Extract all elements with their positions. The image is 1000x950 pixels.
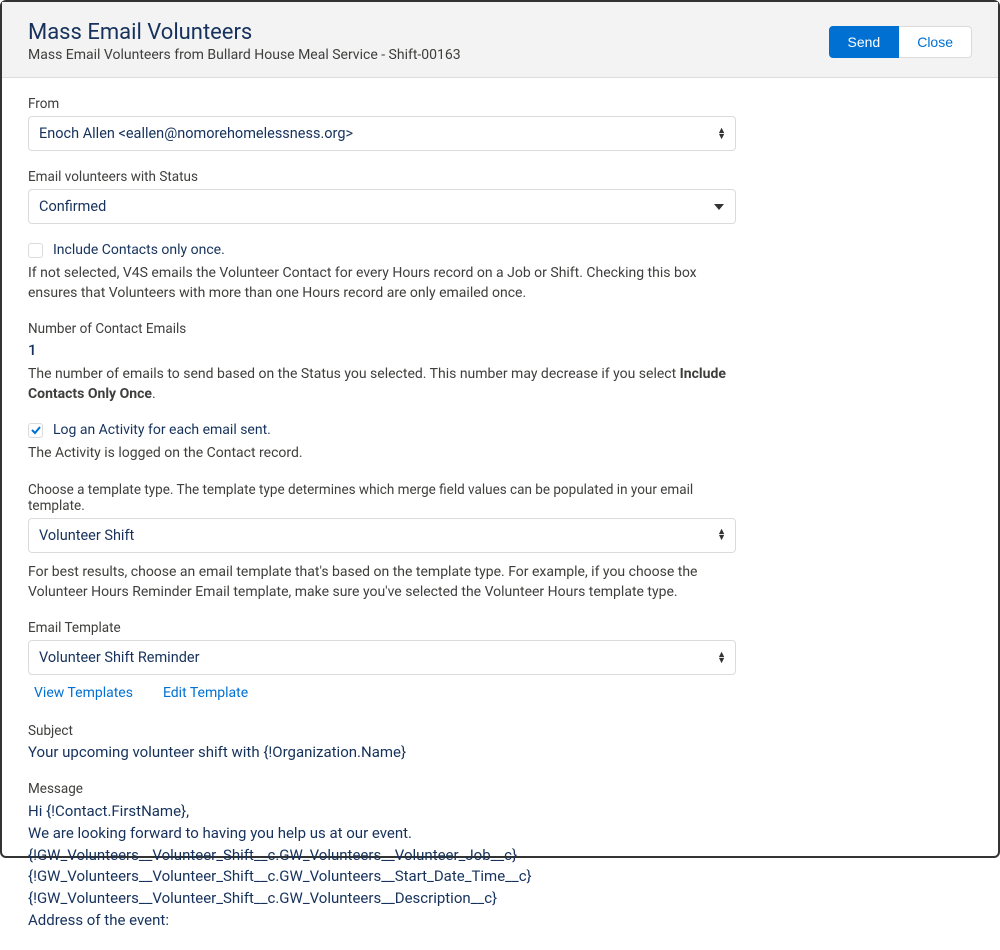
message-line: {!GW_Volunteers__Volunteer_Shift__c.GW_V… <box>28 888 736 910</box>
include-once-checkbox[interactable] <box>28 243 43 258</box>
message-line: {!GW_Volunteers__Volunteer_Shift__c.GW_V… <box>28 845 736 867</box>
template-type-label: Choose a template type. The template typ… <box>28 482 736 514</box>
contact-count-label: Number of Contact Emails <box>28 321 736 337</box>
send-button[interactable]: Send <box>829 26 900 58</box>
dialog-title: Mass Email Volunteers <box>28 20 829 45</box>
subject-label: Subject <box>28 723 736 739</box>
dialog-subtitle: Mass Email Volunteers from Bullard House… <box>28 47 829 63</box>
email-template-select[interactable]: Volunteer Shift Reminder <box>28 640 736 675</box>
message-body: Hi {!Contact.FirstName}, We are looking … <box>28 801 736 932</box>
template-type-select[interactable]: Volunteer Shift <box>28 518 736 553</box>
message-label: Message <box>28 781 736 797</box>
email-template-label: Email Template <box>28 620 736 636</box>
include-once-label: Include Contacts only once. <box>53 242 225 258</box>
dialog-header: Mass Email Volunteers Mass Email Volunte… <box>2 2 998 78</box>
from-label: From <box>28 96 736 112</box>
status-select[interactable]: Confirmed <box>28 189 736 224</box>
from-select[interactable]: Enoch Allen <eallen@nomorehomelessness.o… <box>28 116 736 151</box>
header-text: Mass Email Volunteers Mass Email Volunte… <box>28 20 829 63</box>
contact-count-help: The number of emails to send based on th… <box>28 365 736 404</box>
view-templates-link[interactable]: View Templates <box>34 685 133 701</box>
message-line: {!GW_Volunteers__Volunteer_Shift__c.GW_V… <box>28 866 736 888</box>
log-activity-checkbox[interactable] <box>28 423 43 438</box>
template-type-help: For best results, choose an email templa… <box>28 563 736 602</box>
log-activity-row: Log an Activity for each email sent. <box>28 422 736 438</box>
template-type-select-wrap: Volunteer Shift ▲▼ <box>28 518 736 553</box>
include-once-row: Include Contacts only once. <box>28 242 736 258</box>
from-select-wrap: Enoch Allen <eallen@nomorehomelessness.o… <box>28 116 736 151</box>
status-select-wrap: Confirmed <box>28 189 736 224</box>
contact-count-value: 1 <box>28 341 736 359</box>
form-content: From Enoch Allen <eallen@nomorehomelessn… <box>2 78 762 950</box>
log-activity-label: Log an Activity for each email sent. <box>53 422 271 438</box>
header-actions: Send Close <box>829 26 973 58</box>
status-label: Email volunteers with Status <box>28 169 736 185</box>
message-line: Address of the event: <box>28 910 736 932</box>
template-links: View Templates Edit Template <box>28 685 736 701</box>
close-button[interactable]: Close <box>899 26 972 58</box>
message-line: We are looking forward to having you hel… <box>28 823 736 845</box>
edit-template-link[interactable]: Edit Template <box>163 685 248 701</box>
include-once-help: If not selected, V4S emails the Voluntee… <box>28 264 736 303</box>
message-line: Hi {!Contact.FirstName}, <box>28 801 736 823</box>
subject-value: Your upcoming volunteer shift with {!Org… <box>28 743 736 761</box>
log-activity-help: The Activity is logged on the Contact re… <box>28 444 736 464</box>
email-template-select-wrap: Volunteer Shift Reminder ▲▼ <box>28 640 736 675</box>
